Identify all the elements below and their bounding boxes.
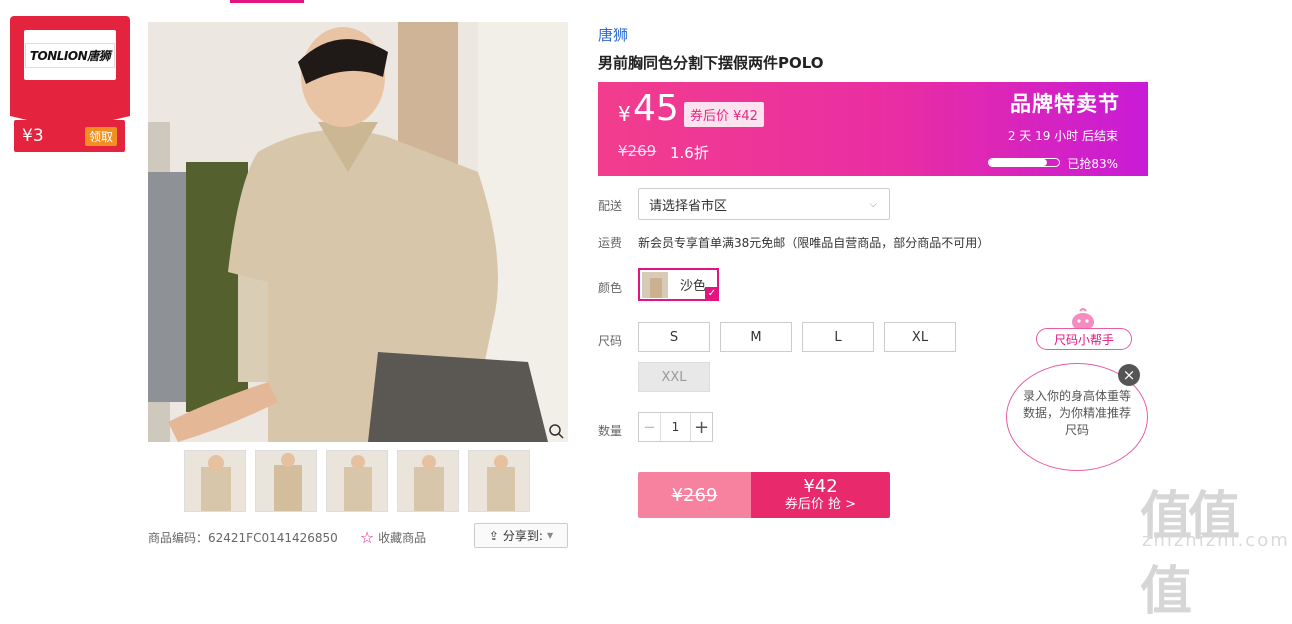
product-main-image[interactable] (148, 22, 568, 442)
color-option-selected[interactable]: 沙色 ✓ (638, 268, 719, 301)
claim-coupon-button[interactable]: 领取 (84, 126, 117, 146)
star-icon: ☆ (359, 528, 375, 547)
favorite-label: 收藏商品 (378, 531, 427, 545)
thumbnail-5[interactable] (468, 450, 530, 512)
quantity-stepper: − 1 + (638, 412, 713, 442)
share-icon: ⇪ (488, 528, 499, 543)
quantity-increase-button[interactable]: + (690, 413, 712, 441)
size-option-xxl: XXL (638, 362, 710, 392)
buy-coupon-price: ¥42 券后价 抢 > (751, 472, 890, 518)
coupon-header: TONLION唐狮 (10, 16, 130, 130)
event-title: 品牌特卖节 (1010, 92, 1120, 116)
sold-progress-fill (989, 159, 1048, 166)
region-placeholder: 请选择省市区 (649, 198, 728, 214)
quantity-decrease-button[interactable]: − (639, 413, 661, 441)
sold-progress-bar (988, 158, 1060, 167)
thumbnail-1[interactable] (184, 450, 246, 512)
countdown-text: 2 天 19 小时 后结束 (1007, 129, 1118, 143)
original-price: ¥269 (618, 142, 657, 160)
buy-button[interactable]: ¥269 ¥42 券后价 抢 > (638, 472, 890, 518)
price-banner: ¥ 45 券后价 ¥42 ¥269 1.6折 品牌特卖节 2 天 19 小时 后… (598, 82, 1148, 176)
product-code: 商品编码：62421FC0141426850 (148, 531, 338, 545)
chevron-down-icon: ⌵ (869, 198, 877, 210)
buy-price: ¥42 (803, 476, 838, 498)
coupon-amount: ¥3 (22, 126, 44, 146)
shop-coupon-card[interactable]: TONLION唐狮 ¥3 领取 (10, 16, 130, 153)
shipping-label: 运费 (598, 236, 623, 250)
buy-cta: 券后价 抢 > (784, 496, 857, 512)
share-button[interactable]: ⇪ 分享到: ▼ (474, 523, 568, 548)
sale-price: 45 (633, 88, 679, 129)
delivery-label: 配送 (598, 199, 623, 213)
quantity-input[interactable]: 1 (661, 413, 690, 441)
size-option-m[interactable]: M (720, 322, 792, 352)
discount-rate: 1.6折 (670, 144, 709, 162)
buy-original-price: ¥269 (638, 472, 751, 518)
color-name: 沙色 (680, 279, 707, 294)
thumbnail-2[interactable] (255, 450, 317, 512)
brand-logo-box: TONLION唐狮 (24, 30, 116, 80)
close-icon[interactable]: × (1118, 364, 1140, 386)
color-label: 颜色 (598, 281, 623, 295)
chevron-down-icon: ▼ (546, 531, 554, 540)
product-meta-line: 商品编码：62421FC0141426850 ☆ 收藏商品 (148, 528, 426, 547)
thumbnail-3[interactable] (326, 450, 388, 512)
coupon-price-tag: 券后价 ¥42 (684, 102, 764, 127)
size-helper-tag[interactable]: 尺码小帮手 (1036, 328, 1132, 350)
currency-symbol: ¥ (618, 102, 631, 126)
region-select[interactable]: 请选择省市区 ⌵ (638, 188, 890, 220)
size-option-s[interactable]: S (638, 322, 710, 352)
brand-link[interactable]: 唐狮 (598, 24, 628, 45)
size-label: 尺码 (598, 334, 623, 348)
thumbnail-4[interactable] (397, 450, 459, 512)
size-option-xl[interactable]: XL (884, 322, 956, 352)
favorite-button[interactable]: ☆ 收藏商品 (360, 528, 426, 547)
active-tab-underline (230, 0, 304, 3)
quantity-label: 数量 (598, 424, 623, 438)
sold-percent: 已抢83% (1067, 157, 1118, 171)
shipping-text: 新会员专享首单满38元免邮（限唯品自营商品，部分商品不可用） (638, 236, 990, 250)
watermark-domain: zhizhizhi.com (1142, 530, 1290, 551)
color-swatch-image (642, 271, 668, 298)
coupon-footer: ¥3 领取 (14, 120, 125, 152)
share-label: 分享到: (502, 529, 543, 543)
product-title: 男前胸同色分割下摆假两件POLO (598, 54, 824, 72)
size-option-l[interactable]: L (802, 322, 874, 352)
product-photo (148, 22, 568, 442)
brand-logo: TONLION唐狮 (24, 42, 116, 68)
thumbnail-strip (184, 450, 530, 512)
check-icon: ✓ (705, 287, 719, 301)
